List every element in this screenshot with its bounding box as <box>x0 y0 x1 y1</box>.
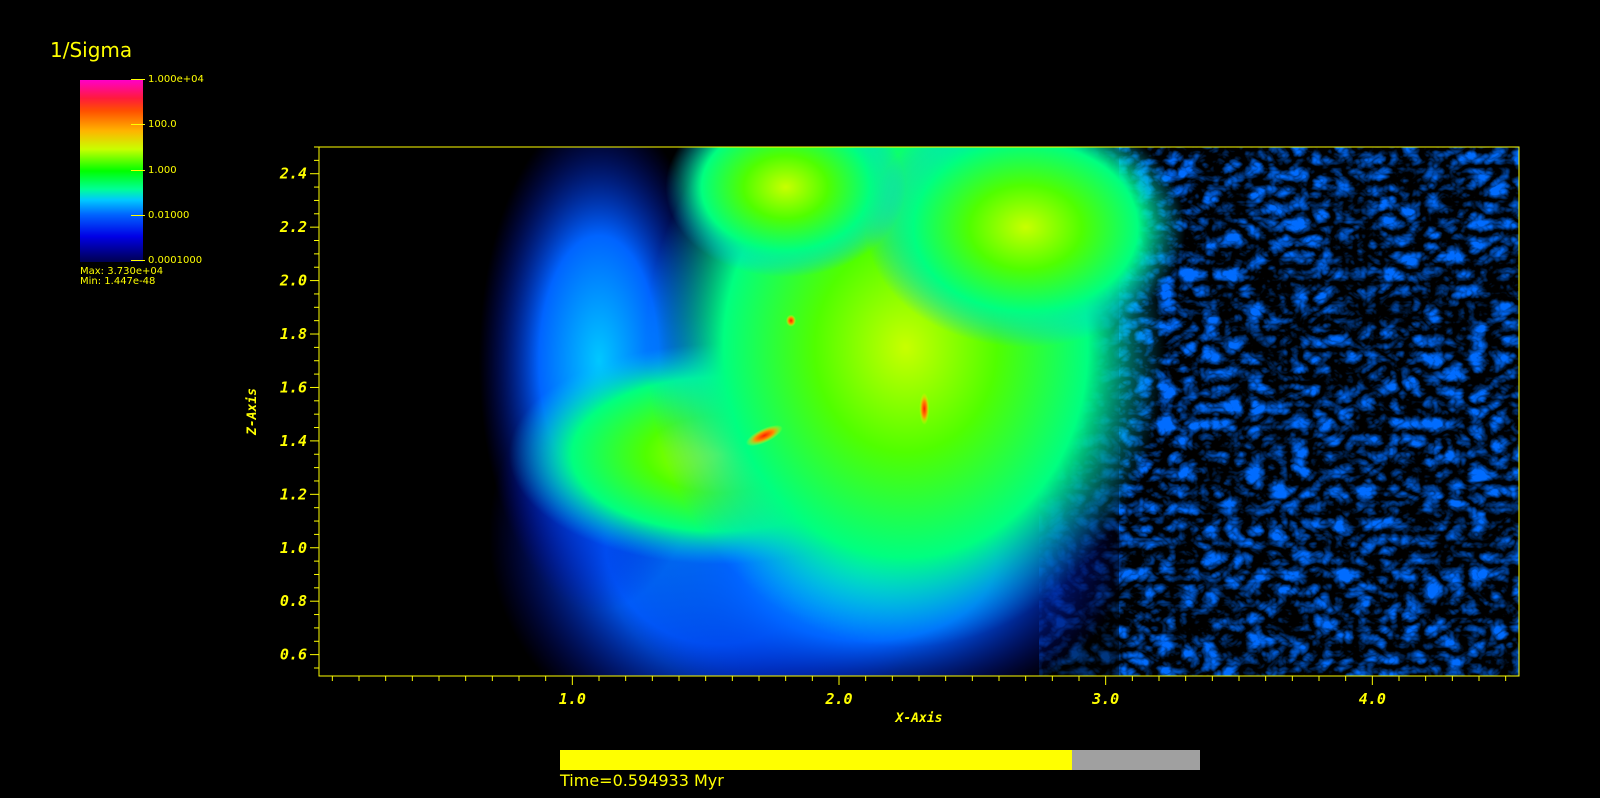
cloud-green-upper <box>665 147 906 278</box>
y-tick-label-0: 0.6 <box>280 646 307 664</box>
cloud-green-top <box>865 147 1186 348</box>
y-tick-label-9: 2.4 <box>279 165 307 183</box>
y-tick-label-7: 2.0 <box>279 272 307 290</box>
cloud-green-core <box>645 147 1166 648</box>
hotspot-upper <box>786 314 796 327</box>
time-progress-bar <box>560 750 1200 770</box>
y-tick-label-3: 1.2 <box>280 485 307 503</box>
x-tick-label-0: 1.0 <box>559 690 586 708</box>
y-axis-label: Z-Axis <box>245 388 260 436</box>
hotspot-core <box>919 392 930 425</box>
time-label: Time=0.594933 Myr <box>560 771 724 790</box>
y-tick-label-5: 1.6 <box>280 378 307 396</box>
x-tick-label-3: 4.0 <box>1359 690 1386 708</box>
density-field <box>319 147 1519 676</box>
plot-area: 1.0 2.0 3.0 4.0 0.6 0.8 1.0 1.2 1.4 1.6 1.8 2.0 2.2 2… <box>245 146 1520 726</box>
x-axis-label: X-Axis <box>895 711 943 726</box>
y-tick-label-4: 1.4 <box>280 432 307 450</box>
y-tick-label-6: 1.8 <box>280 325 307 343</box>
x-tick-label-2: 3.0 <box>1091 690 1119 708</box>
y-tick-label-1: 0.8 <box>280 592 307 610</box>
y-tick-label-8: 2.2 <box>279 218 307 236</box>
time-progress-fill <box>560 750 1072 770</box>
x-tick-label-1: 2.0 <box>824 690 852 708</box>
y-tick-label-2: 1.0 <box>280 539 307 557</box>
